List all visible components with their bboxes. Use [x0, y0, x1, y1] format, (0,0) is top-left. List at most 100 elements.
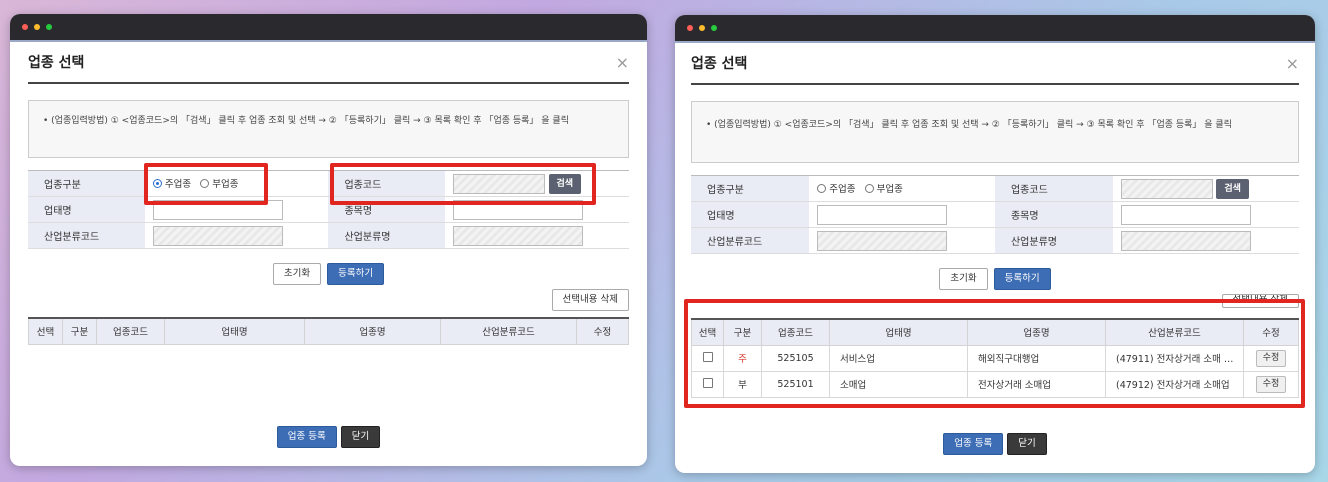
col-code: 업종코드 [96, 318, 165, 345]
input-guide: • (업종입력방법) ① <업종코드>의 「검색」 클릭 후 업종 조회 및 선… [28, 100, 629, 158]
type-radio-group: 주업종 부업종 [144, 170, 329, 197]
label-code: 업종코드 [328, 170, 446, 197]
window-titlebar [675, 15, 1315, 41]
label-item: 종목명 [994, 201, 1114, 228]
left-window: 업종 선택 × • (업종입력방법) ① <업종코드>의 「검색」 클릭 후 업… [10, 14, 647, 466]
label-ind-code: 산업분류코드 [28, 222, 145, 249]
close-dot-icon[interactable] [22, 24, 28, 30]
maximize-dot-icon[interactable] [711, 25, 717, 31]
delete-row: 선택내용 삭제 [691, 294, 1299, 308]
row-ind: (47911) 전자상거래 소매 … [1105, 344, 1244, 372]
delete-row: 선택내용 삭제 [28, 289, 629, 311]
close-icon[interactable]: × [616, 53, 629, 72]
window-titlebar [10, 14, 647, 40]
edit-button[interactable]: 수정 [1255, 349, 1287, 367]
col-kind: 구분 [62, 318, 97, 345]
row-ind: (47912) 전자상거래 소매업 [1105, 370, 1244, 398]
minimize-dot-icon[interactable] [699, 25, 705, 31]
table-row[interactable]: 주 525105 서비스업 해외직구대행업 (47911) 전자상거래 소매 …… [691, 344, 1299, 372]
label-code: 업종코드 [994, 175, 1114, 202]
col-biz: 업태명 [829, 319, 968, 346]
col-ind: 산업분류코드 [1105, 319, 1244, 346]
dialog-title: 업종 선택 [28, 55, 85, 71]
close-button[interactable]: 닫기 [1007, 433, 1047, 455]
code-input[interactable] [453, 173, 546, 194]
row-checkbox-cell [691, 344, 724, 372]
reset-button[interactable]: 초기화 [939, 268, 988, 290]
biz-input[interactable] [152, 199, 283, 220]
code-cell: 검색 [445, 170, 629, 197]
ind-code-input [817, 230, 948, 251]
industry-table: 선택 구분 업종코드 업태명 업종명 산업분류코드 수정 [28, 317, 629, 345]
radio-main-label: 주업종 [829, 184, 856, 196]
close-button[interactable]: 닫기 [340, 426, 381, 448]
dialog-header: 업종 선택 × [691, 43, 1299, 85]
label-ind-name: 산업분류명 [994, 227, 1114, 254]
maximize-dot-icon[interactable] [46, 24, 52, 30]
radio-main-label: 주업종 [164, 179, 192, 191]
row-code: 525105 [761, 344, 830, 372]
item-cell [1113, 201, 1299, 228]
close-dot-icon[interactable] [687, 25, 693, 31]
label-item: 종목명 [328, 196, 446, 223]
code-input[interactable] [1121, 178, 1214, 199]
row-checkbox[interactable] [702, 351, 713, 362]
footer-buttons: 업종 등록 닫기 [675, 433, 1315, 455]
ind-name-cell [1113, 227, 1299, 254]
biz-input[interactable] [817, 204, 948, 225]
submit-button[interactable]: 업종 등록 [276, 426, 337, 448]
ind-name-input [1121, 230, 1252, 251]
col-biz: 업태명 [164, 318, 305, 345]
col-code: 업종코드 [761, 319, 830, 346]
col-name: 업종명 [304, 318, 441, 345]
search-button[interactable]: 검색 [548, 173, 582, 194]
row-checkbox[interactable] [702, 377, 713, 388]
register-button[interactable]: 등록하기 [993, 268, 1051, 290]
register-button[interactable]: 등록하기 [327, 263, 385, 285]
close-icon[interactable]: × [1286, 54, 1299, 73]
row-kind: 주 [723, 344, 762, 372]
dialog: 업종 선택 × • (업종입력방법) ① <업종코드>의 「검색」 클릭 후 업… [675, 43, 1315, 398]
industry-table: 선택 구분 업종코드 업태명 업종명 산업분류코드 수정 주 525105 서비… [691, 318, 1299, 398]
radio-main[interactable]: 주업종 [817, 181, 855, 195]
radio-sub[interactable]: 부업종 [200, 176, 239, 190]
radio-unchecked-icon [864, 183, 874, 193]
row-edit-cell: 수정 [1243, 370, 1299, 398]
label-type: 업종구분 [691, 175, 810, 202]
ind-code-cell [144, 222, 329, 249]
label-biz: 업태명 [28, 196, 145, 223]
action-row: 초기화 등록하기 [691, 268, 1299, 290]
search-button[interactable]: 검색 [1216, 178, 1249, 199]
biz-cell [809, 201, 995, 228]
ind-code-input [152, 225, 283, 246]
edit-button[interactable]: 수정 [1255, 375, 1287, 393]
radio-main[interactable]: 주업종 [152, 176, 192, 191]
item-input[interactable] [453, 199, 584, 220]
col-select: 선택 [691, 319, 724, 346]
row-checkbox-cell [691, 370, 724, 398]
col-edit: 수정 [1243, 319, 1299, 346]
table-header: 선택 구분 업종코드 업태명 업종명 산업분류코드 수정 [28, 318, 629, 345]
submit-button[interactable]: 업종 등록 [943, 433, 1004, 455]
radio-unchecked-icon [200, 178, 210, 188]
label-biz: 업태명 [691, 201, 810, 228]
dialog-header: 업종 선택 × [28, 42, 629, 84]
reset-button[interactable]: 초기화 [272, 263, 322, 285]
radio-sub-label: 부업종 [876, 184, 903, 196]
dialog: 업종 선택 × • (업종입력방법) ① <업종코드>의 「검색」 클릭 후 업… [10, 42, 647, 345]
delete-selected-button[interactable]: 선택내용 삭제 [551, 289, 629, 311]
type-radio-group: 주업종 부업종 [809, 175, 995, 202]
item-input[interactable] [1121, 204, 1252, 225]
footer-buttons: 업종 등록 닫기 [10, 426, 647, 448]
col-name: 업종명 [967, 319, 1106, 346]
label-ind-name: 산업분류명 [328, 222, 446, 249]
radio-sub[interactable]: 부업종 [864, 181, 903, 196]
minimize-dot-icon[interactable] [34, 24, 40, 30]
table-row[interactable]: 부 525101 소매업 전자상거래 소매업 (47912) 전자상거래 소매업… [691, 370, 1299, 398]
label-type: 업종구분 [28, 170, 145, 197]
row-edit-cell: 수정 [1243, 344, 1299, 372]
radio-checked-icon [152, 178, 162, 188]
ind-code-cell [809, 227, 995, 254]
row-code: 525101 [761, 370, 830, 398]
delete-selected-button[interactable]: 선택내용 삭제 [1221, 294, 1299, 308]
